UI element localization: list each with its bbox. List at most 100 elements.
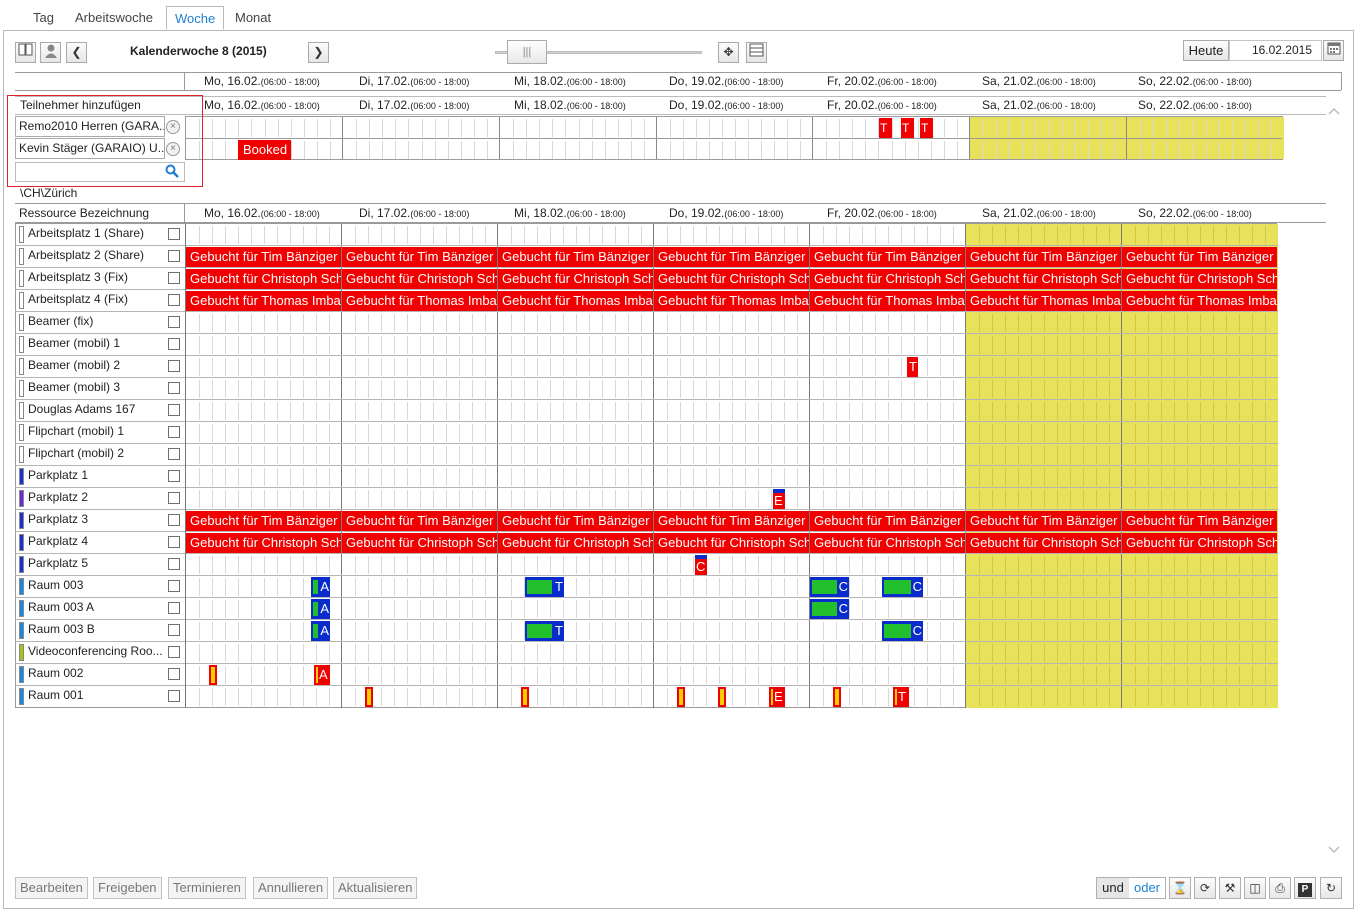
resource-label[interactable]: Beamer (mobil) 2 xyxy=(28,355,166,377)
allday-booking[interactable]: Gebucht für Tim Bänziger xyxy=(654,511,809,531)
allday-booking[interactable]: Gebucht für Thomas Imbach xyxy=(654,291,809,311)
parking-icon[interactable]: P xyxy=(1294,877,1316,899)
release-button[interactable]: Freigeben xyxy=(93,877,162,899)
booking-event[interactable]: A xyxy=(311,621,330,641)
allday-booking[interactable]: Gebucht für Christoph Schwab xyxy=(1122,269,1277,289)
allday-booking[interactable]: Gebucht für Tim Bänziger xyxy=(810,247,965,267)
booking-event[interactable] xyxy=(209,665,217,685)
booking-event[interactable]: T xyxy=(525,577,564,597)
resource-label[interactable]: Arbeitsplatz 4 (Fix) xyxy=(28,289,166,311)
allday-booking[interactable]: Gebucht für Christoph Schwab xyxy=(810,533,965,553)
resource-label[interactable]: Parkplatz 5 xyxy=(28,553,166,575)
allday-booking[interactable]: Gebucht für Christoph Schwab xyxy=(498,533,653,553)
booking-event[interactable]: A xyxy=(311,577,330,597)
resource-checkbox[interactable] xyxy=(168,580,180,592)
allday-booking[interactable]: Gebucht für Tim Bänziger xyxy=(498,511,653,531)
scroll-down-icon[interactable] xyxy=(1327,843,1341,857)
resource-checkbox[interactable] xyxy=(168,382,180,394)
refresh-icon[interactable]: ⟳ xyxy=(1194,877,1216,899)
participant-event[interactable]: T xyxy=(879,118,892,138)
resource-label[interactable]: Videoconferencing Roo... xyxy=(28,641,166,663)
allday-booking[interactable]: Gebucht für Christoph Schwab xyxy=(186,269,341,289)
booking-event[interactable]: A xyxy=(311,599,330,619)
resource-label[interactable]: Raum 003 xyxy=(28,575,166,597)
resource-label[interactable]: Parkplatz 1 xyxy=(28,465,166,487)
resource-checkbox[interactable] xyxy=(168,426,180,438)
resource-label[interactable]: Beamer (mobil) 1 xyxy=(28,333,166,355)
allday-booking[interactable]: Gebucht für Tim Bänziger xyxy=(186,247,341,267)
allday-booking[interactable]: Gebucht für Christoph Schwab xyxy=(654,269,809,289)
resource-checkbox[interactable] xyxy=(168,404,180,416)
resource-checkbox[interactable] xyxy=(168,536,180,548)
resource-checkbox[interactable] xyxy=(168,558,180,570)
columns-icon[interactable]: ◫ xyxy=(1244,877,1266,899)
allday-booking[interactable]: Gebucht für Tim Bänziger xyxy=(498,247,653,267)
resource-checkbox[interactable] xyxy=(168,602,180,614)
allday-booking[interactable]: Gebucht für Christoph Schwab xyxy=(498,269,653,289)
booking-event[interactable]: C xyxy=(810,599,849,619)
booking-event[interactable]: T xyxy=(525,621,564,641)
allday-booking[interactable]: Gebucht für Thomas Imbach xyxy=(186,291,341,311)
allday-booking[interactable]: Gebucht für Tim Bänziger xyxy=(1122,511,1277,531)
resource-checkbox[interactable] xyxy=(168,316,180,328)
filter-toggle[interactable]: und oder xyxy=(1096,877,1166,899)
allday-booking[interactable]: Gebucht für Christoph Schwab xyxy=(810,269,965,289)
allday-booking[interactable]: Gebucht für Christoph Schwab xyxy=(342,269,497,289)
cancel-button[interactable]: Annullieren xyxy=(253,877,329,899)
allday-booking[interactable]: Gebucht für Christoph Schwab xyxy=(966,533,1121,553)
resource-checkbox[interactable] xyxy=(168,360,180,372)
allday-booking[interactable]: Gebucht für Tim Bänziger xyxy=(342,511,497,531)
resource-checkbox[interactable] xyxy=(168,624,180,636)
resource-label[interactable]: Raum 003 B xyxy=(28,619,166,641)
allday-booking[interactable]: Gebucht für Thomas Imbach xyxy=(342,291,497,311)
resource-label[interactable]: Flipchart (mobil) 1 xyxy=(28,421,166,443)
print-icon[interactable]: ⎙ xyxy=(1269,877,1291,899)
allday-booking[interactable]: Gebucht für Tim Bänziger xyxy=(966,247,1121,267)
allday-booking[interactable]: Gebucht für Thomas Imbach xyxy=(966,291,1121,311)
allday-booking[interactable]: Gebucht für Tim Bänziger xyxy=(342,247,497,267)
booking-event[interactable]: A xyxy=(314,665,330,685)
allday-booking[interactable]: Gebucht für Christoph Schwab xyxy=(654,533,809,553)
filter-or[interactable]: oder xyxy=(1129,878,1165,898)
allday-booking[interactable]: Gebucht für Thomas Imbach xyxy=(1122,291,1277,311)
participant-event[interactable]: T xyxy=(901,118,914,138)
resource-label[interactable]: Raum 003 A xyxy=(28,597,166,619)
allday-booking[interactable]: Gebucht für Thomas Imbach xyxy=(498,291,653,311)
resource-checkbox[interactable] xyxy=(168,646,180,658)
allday-booking[interactable]: Gebucht für Tim Bänziger xyxy=(810,511,965,531)
allday-booking[interactable]: Gebucht für Christoph Schwab xyxy=(186,533,341,553)
zoom-slider-thumb[interactable]: ||| xyxy=(507,40,547,64)
allday-booking[interactable]: Gebucht für Christoph Schwab xyxy=(342,533,497,553)
today-button[interactable]: Heute xyxy=(1183,40,1229,61)
tab-arbeitswoche[interactable]: Arbeitswoche xyxy=(67,6,161,30)
refresh-button[interactable]: Aktualisieren xyxy=(333,877,418,899)
participant-event[interactable]: T xyxy=(920,118,933,138)
booking-event[interactable]: E xyxy=(769,687,785,707)
resource-label[interactable]: Raum 002 xyxy=(28,663,166,685)
booking-event[interactable]: C xyxy=(695,555,707,575)
resource-checkbox[interactable] xyxy=(168,492,180,504)
calendar-icon[interactable] xyxy=(1323,40,1344,61)
booking-event[interactable]: C xyxy=(882,577,923,597)
resource-label[interactable]: Arbeitsplatz 2 (Share) xyxy=(28,245,166,267)
resource-checkbox[interactable] xyxy=(168,668,180,680)
allday-booking[interactable]: Gebucht für Tim Bänziger xyxy=(966,511,1121,531)
resource-label[interactable]: Arbeitsplatz 1 (Share) xyxy=(28,223,166,245)
edit-button[interactable]: Bearbeiten xyxy=(15,877,88,899)
book-icon[interactable] xyxy=(15,42,36,63)
resource-label[interactable]: Beamer (mobil) 3 xyxy=(28,377,166,399)
resource-checkbox[interactable] xyxy=(168,228,180,240)
allday-booking[interactable]: Gebucht für Thomas Imbach xyxy=(810,291,965,311)
booking-event[interactable]: T xyxy=(893,687,909,707)
date-field[interactable]: 16.02.2015 xyxy=(1229,40,1322,61)
booking-event[interactable]: T xyxy=(907,357,918,377)
booking-event[interactable] xyxy=(521,687,529,707)
tab-woche[interactable]: Woche xyxy=(166,6,225,30)
scroll-up-icon[interactable] xyxy=(1327,104,1341,118)
allday-booking[interactable]: Gebucht für Tim Bänziger xyxy=(654,247,809,267)
participant-timeline[interactable]: T T T Booked xyxy=(185,116,1284,160)
booking-event[interactable] xyxy=(365,687,373,707)
chevron-right-icon[interactable]: ❯ xyxy=(308,42,329,63)
filter-and[interactable]: und xyxy=(1097,878,1129,898)
allday-booking[interactable]: Gebucht für Tim Bänziger xyxy=(186,511,341,531)
